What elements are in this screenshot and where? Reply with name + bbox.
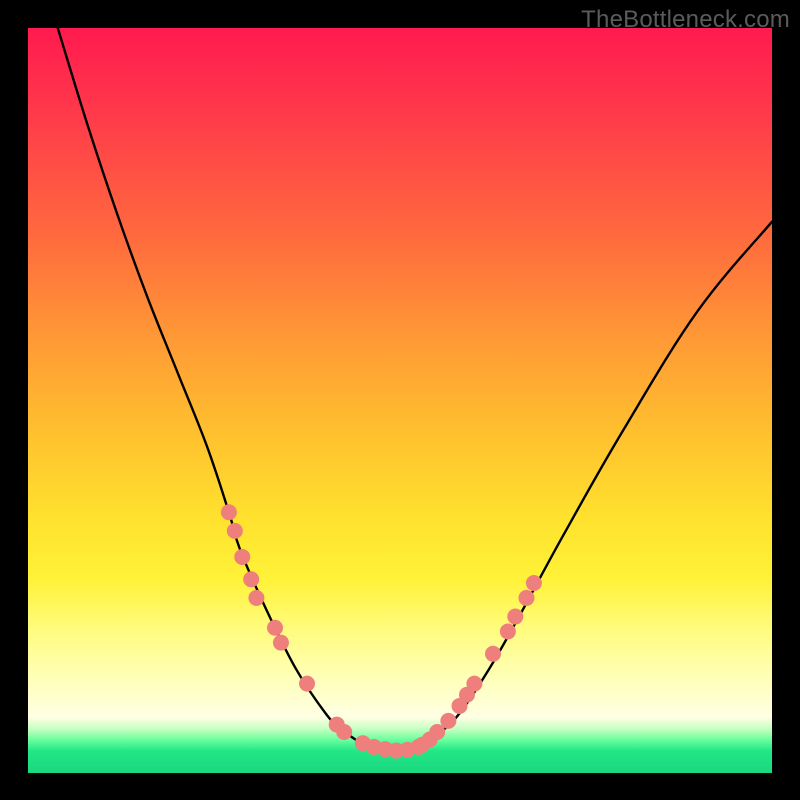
highlight-dot [273,635,289,651]
highlight-dot [518,590,534,606]
highlight-dot [221,504,237,520]
highlight-dot [227,523,243,539]
highlight-dot [336,724,352,740]
highlight-dot [466,676,482,692]
highlight-dot [267,620,283,636]
highlight-dot [485,646,501,662]
chart-svg [28,28,772,773]
bottleneck-curve [58,28,772,751]
highlight-dot [500,623,516,639]
watermark-text: TheBottleneck.com [581,6,790,34]
highlight-dot [234,549,250,565]
highlight-dots [221,504,542,758]
highlight-dot [299,676,315,692]
chart-frame: TheBottleneck.com [0,0,800,800]
highlight-dot [440,713,456,729]
highlight-dot [507,609,523,625]
plot-area [28,28,772,773]
highlight-dot [526,575,542,591]
highlight-dot [243,571,259,587]
highlight-dot [248,590,264,606]
